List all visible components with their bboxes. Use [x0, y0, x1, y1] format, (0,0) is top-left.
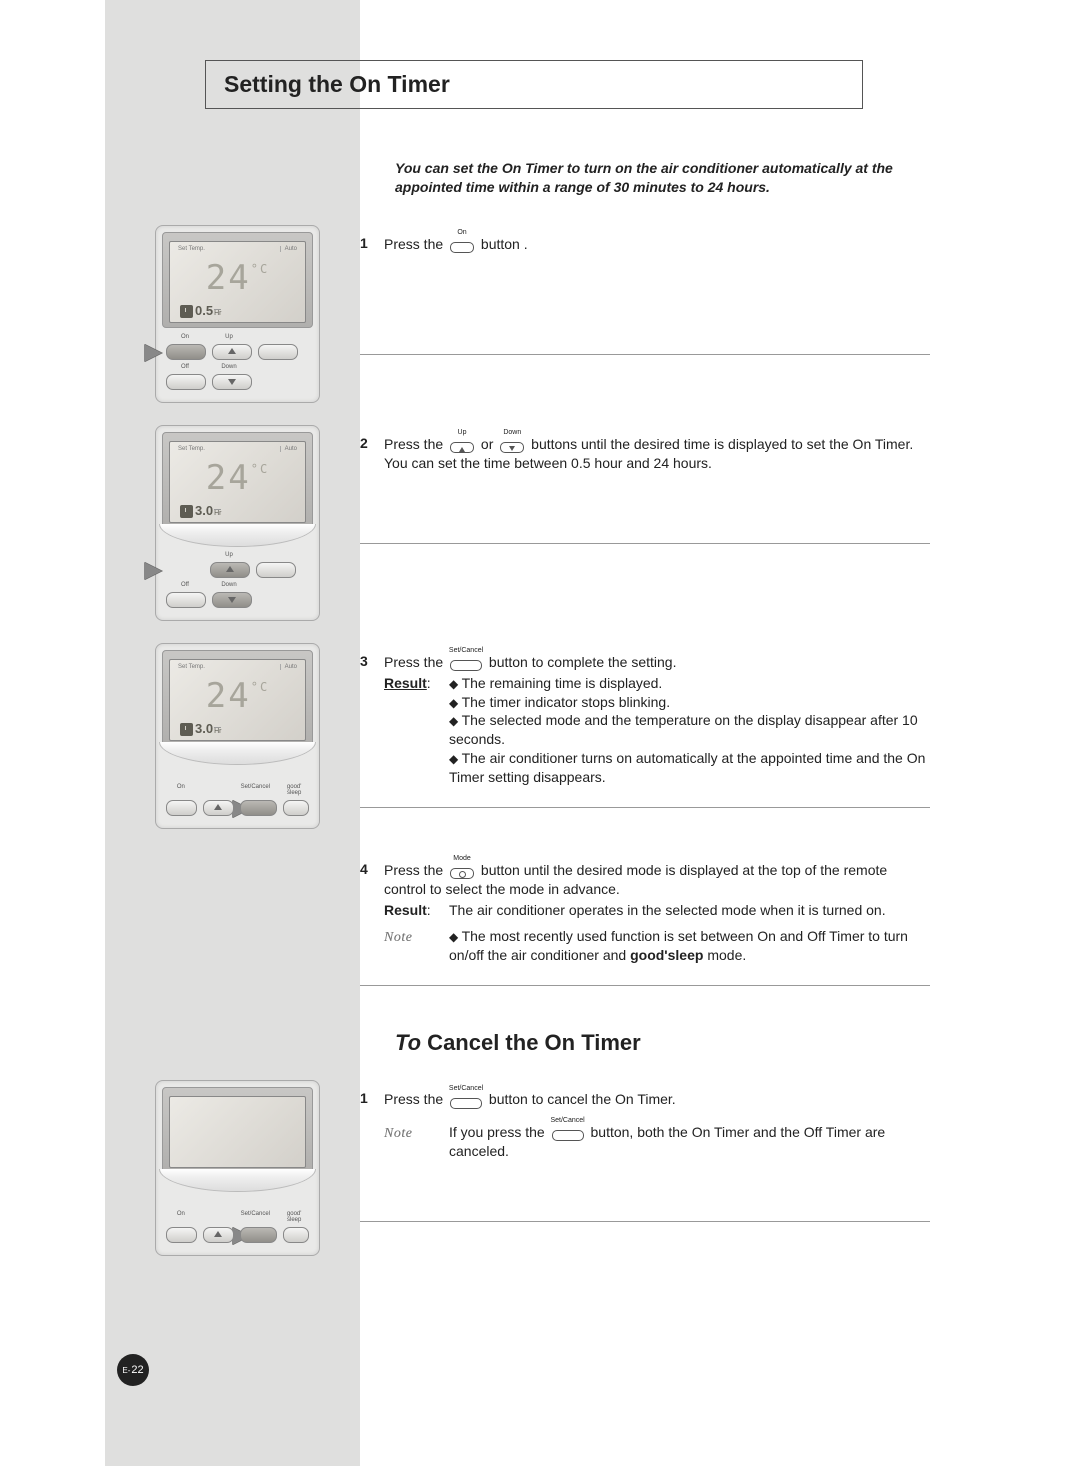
result-list: ◆ The remaining time is displayed. ◆ The… — [449, 674, 930, 787]
indicator-arrow-icon — [144, 562, 162, 580]
step-number: 1 — [360, 235, 384, 254]
cancel-step-row: OnSet/Cancelgood' sleep — [105, 1080, 960, 1278]
timer-icon — [180, 723, 193, 736]
step-4-row: 4 Press the Mode button until the desire… — [105, 851, 960, 990]
remote-illustration-1: Set Temp. Auto 24°C 0.5Hr OnUp — [155, 225, 320, 403]
result-label: Result — [384, 902, 427, 918]
step-1-row: Set Temp. Auto 24°C 0.5Hr OnUp — [105, 225, 960, 425]
step-text: Press the Mode button until the desired … — [384, 861, 930, 965]
step-3: 3 Press the Set/Cancel button to complet… — [360, 643, 930, 803]
remote-up-button — [212, 344, 252, 360]
screen-timer-1: 0.5Hr — [180, 303, 221, 318]
screen-timer-2: 3.0Hr — [180, 503, 221, 518]
screen-timer-3: 3.0Hr — [180, 721, 221, 736]
page-content: Setting the On Timer You can set the On … — [105, 60, 960, 1278]
remote-illustration-2: Set Temp. Auto 24°C 3.0Hr Up — [155, 425, 320, 621]
step-text: Press the Up or Down buttons until the d… — [384, 435, 930, 473]
down-button-icon: Down — [498, 437, 526, 453]
remote-off-button — [166, 374, 206, 390]
screen-temp: 24°C — [170, 258, 305, 298]
cancel-title: To Cancel the On Timer — [395, 1030, 960, 1056]
on-button-icon: On — [448, 237, 476, 253]
manual-page: Setting the On Timer You can set the On … — [0, 0, 1080, 1466]
remote-set-cancel-button — [240, 1227, 277, 1243]
step-3-row: Set Temp. Auto 24°C 3.0Hr OnSet/Cancelgo… — [105, 643, 960, 851]
step-number: 4 — [360, 861, 384, 965]
divider — [360, 354, 930, 355]
set-cancel-button-icon: Set/Cancel — [448, 655, 484, 671]
step-text: Press the Set/Cancel button to complete … — [384, 653, 930, 787]
divider — [360, 807, 930, 808]
mode-button-icon: Mode — [448, 863, 476, 879]
note-text: If you press the Set/Cancel button, both… — [449, 1123, 930, 1161]
remote-up-button — [210, 562, 250, 578]
note-label: Note — [384, 930, 412, 945]
divider — [360, 985, 930, 986]
page-number-badge: E-22 — [117, 1354, 149, 1386]
remote-illustration-3: Set Temp. Auto 24°C 3.0Hr OnSet/Cancelgo… — [155, 643, 320, 829]
remote-illustration-cancel: OnSet/Cancelgood' sleep — [155, 1080, 320, 1256]
page-title: Setting the On Timer — [224, 71, 450, 97]
note-text: ◆ The most recently used function is set… — [449, 927, 930, 965]
remote-blank-button — [258, 344, 298, 360]
divider — [360, 1221, 930, 1222]
remote-on-button — [166, 344, 206, 360]
remote-good-sleep-button — [283, 800, 309, 816]
remote-down-button — [212, 592, 252, 608]
divider — [360, 543, 930, 544]
result-text: The air conditioner operates in the sele… — [449, 901, 930, 920]
set-cancel-button-icon: Set/Cancel — [448, 1093, 484, 1109]
timer-icon — [180, 305, 193, 318]
step-number: 1 — [360, 1090, 384, 1161]
set-cancel-button-icon: Set/Cancel — [550, 1125, 586, 1141]
step-2: 2 Press the Up or Down buttons until the… — [360, 425, 930, 489]
step-4: 4 Press the Mode button until the desire… — [360, 851, 930, 981]
step-number: 2 — [360, 435, 384, 473]
indicator-arrow-icon — [144, 344, 162, 362]
remote-on-button — [166, 800, 197, 816]
step-1: 1 Press the On button . — [360, 225, 930, 270]
step-number: 3 — [360, 653, 384, 787]
step-text: Press the Set/Cancel button to cancel th… — [384, 1090, 930, 1161]
up-button-icon: Up — [448, 437, 476, 453]
step-text: Press the On button . — [384, 235, 930, 254]
timer-icon — [180, 505, 193, 518]
remote-set-cancel-button — [240, 800, 277, 816]
result-label: Result — [384, 675, 427, 691]
cancel-step-1: 1 Press the Set/Cancel button to cancel … — [360, 1080, 930, 1177]
remote-down-button — [212, 374, 252, 390]
title-box: Setting the On Timer — [205, 60, 863, 109]
remote-off-button — [166, 592, 206, 608]
screen-auto-label: Auto — [280, 246, 297, 252]
step-2-row: Set Temp. Auto 24°C 3.0Hr Up — [105, 425, 960, 643]
intro-text: You can set the On Timer to turn on the … — [395, 159, 935, 197]
note-label: Note — [384, 1126, 412, 1141]
screen-set-temp-label: Set Temp. — [178, 246, 205, 252]
